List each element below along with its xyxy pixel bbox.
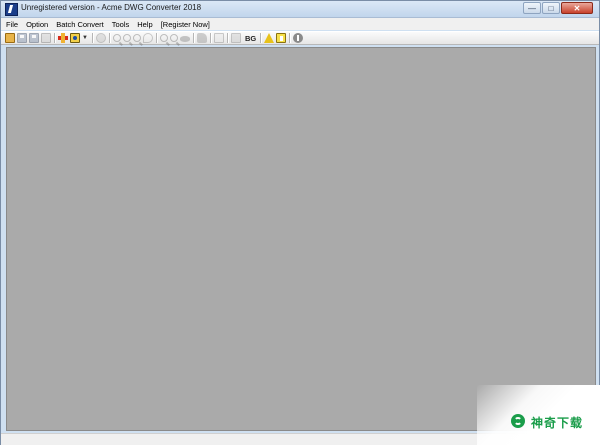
layers-dropdown-arrow-icon[interactable]: ▼	[82, 35, 88, 41]
menu-option[interactable]: Option	[23, 20, 51, 29]
save-icon[interactable]	[17, 33, 27, 43]
view-icon[interactable]	[179, 35, 190, 42]
save-all-icon[interactable]	[29, 33, 39, 43]
toolbar-separator	[192, 33, 194, 43]
app-logo-icon[interactable]	[5, 3, 18, 16]
menu-tools[interactable]: Tools	[109, 20, 133, 29]
toolbar-separator	[209, 33, 211, 43]
redraw-icon[interactable]	[142, 33, 153, 43]
window-title: Unregistered version - Acme DWG Converte…	[21, 3, 202, 12]
toolbar: ▼ BG	[1, 31, 599, 45]
open-folder-icon[interactable]	[5, 33, 15, 43]
pan-icon[interactable]	[95, 33, 106, 43]
toolbar-separator	[260, 33, 262, 43]
menu-bar: File Option Batch Convert Tools Help [Re…	[1, 18, 599, 30]
watermark-text: 神奇下载	[531, 416, 584, 430]
convert-icon[interactable]	[58, 33, 68, 43]
warning-icon[interactable]	[264, 33, 275, 43]
toolbar-separator	[91, 33, 93, 43]
zoom-out-icon[interactable]	[122, 34, 131, 42]
background-color-button[interactable]: BG	[245, 34, 256, 43]
toolbar-separator	[289, 33, 291, 43]
about-info-icon[interactable]	[293, 33, 304, 43]
menu-register-now[interactable]: [Register Now]	[158, 20, 213, 29]
close-button[interactable]: ✕	[561, 2, 593, 14]
grid-icon[interactable]	[230, 33, 241, 43]
register-icon[interactable]	[276, 33, 287, 43]
watermark-logo-icon	[511, 414, 525, 428]
zoom-in-icon[interactable]	[112, 34, 121, 42]
app-window: Unregistered version - Acme DWG Converte…	[0, 0, 600, 446]
layers-icon[interactable]	[70, 33, 80, 43]
caption-buttons: — □ ✕	[522, 2, 593, 14]
save-as-icon[interactable]	[41, 33, 51, 43]
paint-icon[interactable]	[196, 33, 207, 43]
toolbar-separator	[155, 33, 157, 43]
zoom-realtime-icon[interactable]	[169, 34, 178, 42]
menu-batch-convert[interactable]: Batch Convert	[53, 20, 107, 29]
toolbar-separator	[108, 33, 110, 43]
menu-file[interactable]: File	[3, 20, 21, 29]
maximize-button[interactable]: □	[542, 2, 560, 14]
zoom-extents-icon[interactable]	[159, 34, 168, 42]
drawing-canvas[interactable]	[6, 47, 596, 431]
zoom-window-icon[interactable]	[132, 34, 141, 42]
toolbar-separator	[54, 33, 55, 43]
toolbar-separator	[226, 33, 228, 43]
copy-icon[interactable]	[213, 33, 224, 43]
title-bar[interactable]: Unregistered version - Acme DWG Converte…	[1, 1, 599, 18]
minimize-button[interactable]: —	[523, 2, 541, 14]
menu-help[interactable]: Help	[134, 20, 155, 29]
